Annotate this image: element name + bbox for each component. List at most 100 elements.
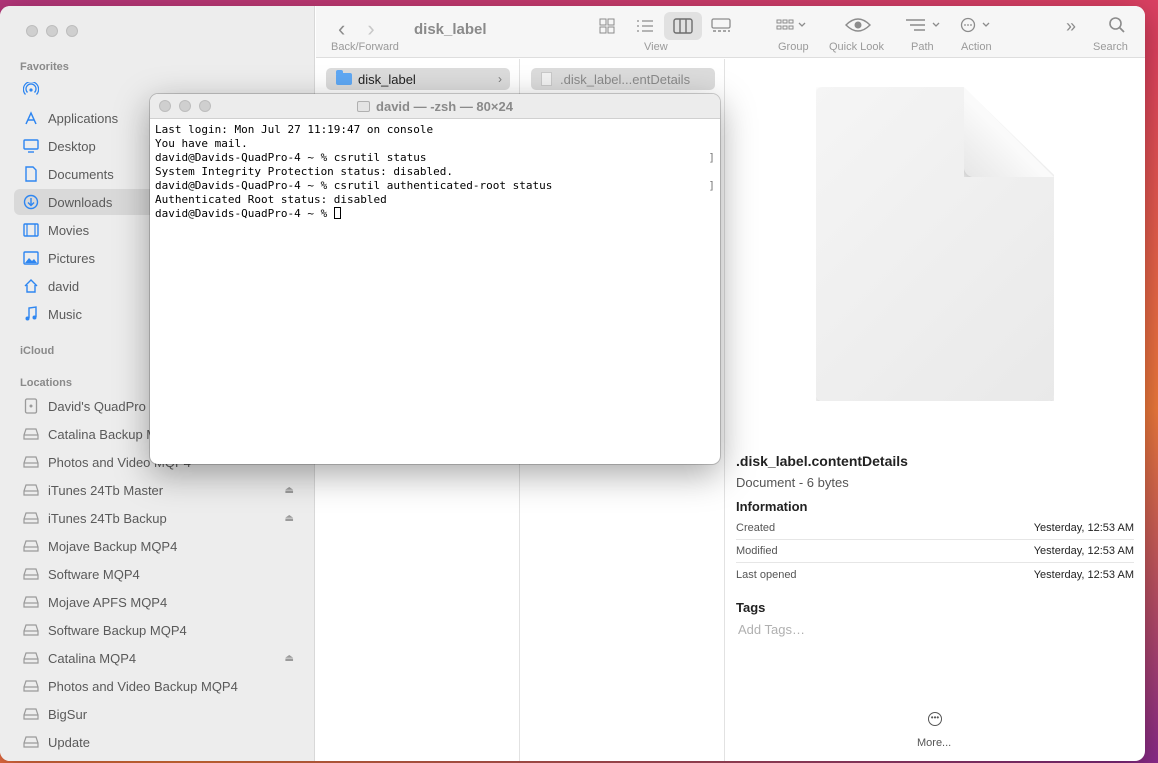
gallery-view-button[interactable] [702,12,740,40]
sidebar-item-label: Software Backup MQP4 [48,622,187,638]
terminal-window[interactable]: david — -zsh — 80×24 Last login: Mon Jul… [150,94,720,464]
drive-icon [22,734,40,750]
info-value: Yesterday, 12:53 AM [1033,545,1134,557]
eject-icon[interactable]: ⏏ [285,653,294,664]
sidebar-item-label: iTunes 24Tb Master [48,482,164,498]
chevron-right-icon: › [498,72,502,86]
quick-look-label: Quick Look [829,41,885,53]
list-view-button[interactable] [626,12,664,40]
more-icon[interactable]: ••• [928,712,942,726]
download-icon [22,194,40,210]
drive-icon [22,510,40,526]
favorites-header: Favorites [20,61,69,73]
icloud-header: iCloud [20,345,55,357]
window-title: disk_label [414,21,487,38]
list-icon [637,20,653,32]
group-icon [776,19,806,30]
sidebar-item-label: Music [48,306,82,322]
sidebar-item-label: Update [48,734,90,750]
action-label: Action [961,41,992,53]
sidebar-item-location[interactable]: Mojave Backup MQP4 [14,533,302,559]
drive-icon [22,566,40,582]
sidebar-item-label: Photos and Video Backup MQP4 [48,678,238,694]
back-forward-group: ‹ › [338,16,397,42]
eject-icon[interactable]: ⏏ [285,513,294,524]
airdrop-icon [22,82,40,98]
column-item-label: .disk_label...entDetails [560,71,691,87]
action-button[interactable] [959,17,993,33]
terminal-title: david — -zsh — 80×24 [150,99,720,114]
column-item-content-details[interactable]: .disk_label...entDetails [531,68,715,90]
terminal-line-text: david@Davids-QuadPro-4 ~ % csrutil statu… [155,151,427,164]
sidebar-item-label: Catalina Backup M [48,426,158,442]
overflow-chevron-icon[interactable]: » [1066,16,1076,37]
terminal-prompt-line[interactable]: david@Davids-QuadPro-4 ~ % [155,207,715,221]
sidebar-item-location[interactable]: Software MQP4 [14,561,302,587]
sidebar-item-location[interactable]: Mojave APFS MQP4 [14,589,302,615]
info-row-created: Created Yesterday, 12:53 AM [736,517,1134,540]
terminal-prompt: david@Davids-QuadPro-4 ~ % [155,207,334,220]
terminal-line: You have mail. [155,137,248,150]
information-header: Information [736,499,808,514]
column-item-disk-label[interactable]: disk_label › [326,68,510,90]
text-cursor [333,207,341,219]
info-row-modified: Modified Yesterday, 12:53 AM [736,540,1134,563]
folder-icon [336,70,352,85]
drive-icon [22,650,40,666]
path-icon [906,19,940,31]
sidebar-item-location[interactable]: Software Backup MQP4 [14,617,302,643]
add-tags-field[interactable]: Add Tags… [738,622,805,637]
terminal-line: System Integrity Protection status: disa… [155,165,454,178]
preview-pane: .disk_label.contentDetails Document - 6 … [726,59,1145,761]
path-button[interactable] [905,18,941,32]
quick-look-button[interactable] [845,16,871,34]
sidebar-item-label: Desktop [48,138,96,154]
terminal-line: Authenticated Root status: disabled [155,193,387,206]
info-value: Yesterday, 12:53 AM [1033,522,1134,534]
sidebar-item-label: Software MQP4 [48,566,140,582]
columns-icon [673,18,693,34]
sidebar-item-label: BigSur [48,706,88,722]
sidebar-item-location[interactable]: BigSur [14,701,302,727]
view-label: View [644,41,668,53]
sidebar-item-label: Movies [48,222,90,238]
icon-view-button[interactable] [588,12,626,40]
zoom-button[interactable] [66,25,78,37]
group-button[interactable] [776,18,806,32]
column-view-button[interactable] [664,12,702,40]
terminal-titlebar[interactable]: david — -zsh — 80×24 [150,94,720,119]
terminal-line: david@Davids-QuadPro-4 ~ % csrutil statu… [155,151,715,165]
sidebar-item-label: david [48,278,80,294]
file-kind: Document - 6 bytes [736,475,849,490]
file-icon [541,72,552,86]
applications-icon [22,110,40,126]
info-row-last-opened: Last opened Yesterday, 12:53 AM [736,563,1134,586]
terminal-output[interactable]: Last login: Mon Jul 27 11:19:47 on conso… [150,119,720,225]
drive-icon [22,706,40,722]
sidebar-item-location[interactable]: Photos and Video Backup MQP4 [14,673,302,699]
sidebar-item-location[interactable]: iTunes 24Tb Master ⏏ [14,477,302,503]
more-button-label[interactable]: More... [917,737,951,749]
sidebar-item-location[interactable]: Update [14,729,302,755]
sidebar-item-label: Mojave APFS MQP4 [48,594,168,610]
sidebar-item-label: iTunes 24Tb Backup [48,510,167,526]
back-forward-label: Back/Forward [331,41,399,53]
sidebar-item-location[interactable]: Catalina MQP4 ⏏ [14,645,302,671]
sidebar-item-location[interactable]: iTunes 24Tb Backup ⏏ [14,505,302,531]
terminal-title-text: david — -zsh — 80×24 [376,99,513,114]
group-label: Group [778,41,809,53]
back-icon[interactable]: ‹ [338,16,345,41]
document-icon [22,166,40,182]
eject-icon[interactable]: ⏏ [285,485,294,496]
close-button[interactable] [26,25,38,37]
eye-icon [845,18,871,32]
minimize-button[interactable] [46,25,58,37]
home-folder-icon [357,101,371,112]
toolbar: ‹ › Back/Forward disk_label View Group Q… [316,6,1145,58]
sidebar-item-label: Documents [48,166,114,182]
forward-icon[interactable]: › [367,16,374,41]
view-switcher [588,12,740,40]
search-button[interactable] [1108,16,1126,34]
page-fold-icon [964,87,1054,177]
film-icon [22,222,40,238]
